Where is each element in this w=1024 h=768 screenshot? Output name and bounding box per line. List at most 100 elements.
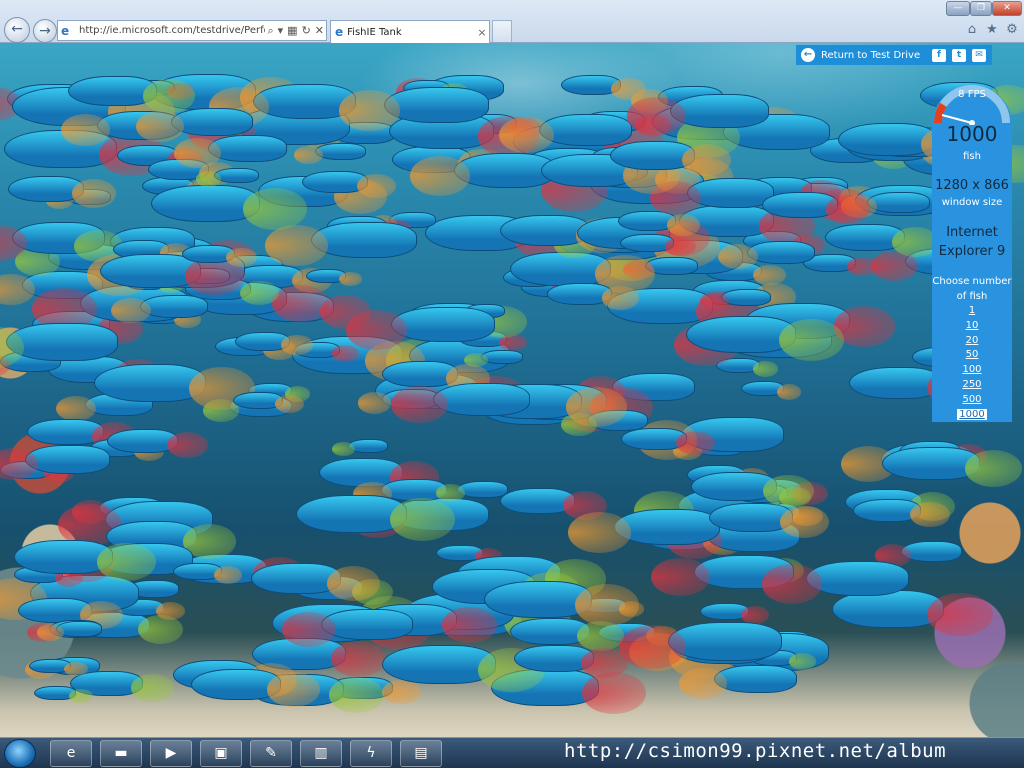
return-to-test-drive-bar[interactable]: ← Return to Test Drive f t ✉ — [796, 45, 992, 65]
fish — [464, 350, 523, 368]
fish — [136, 108, 253, 143]
tab-title: FishIE Tank — [347, 26, 402, 38]
gear-icon[interactable]: ⚙ — [1004, 22, 1020, 38]
fps-gauge-fill — [934, 102, 947, 124]
forward-button[interactable]: → — [33, 19, 57, 43]
fish — [296, 495, 456, 542]
fish — [346, 307, 495, 350]
fish — [700, 603, 770, 624]
email-icon[interactable]: ✉ — [972, 48, 986, 62]
stats-panel: 8 FPS 1000 fish 1280 x 866 window size I… — [932, 85, 1012, 422]
fish — [265, 222, 417, 266]
browser-name-line-2: Explorer 9 — [938, 244, 1006, 259]
window-size-label: window size — [941, 197, 1003, 208]
refresh-icon[interactable]: ↻ — [302, 24, 311, 37]
fish — [568, 509, 720, 553]
fish-count-option-10[interactable]: 10 — [966, 320, 979, 331]
fish-count-option-500[interactable]: 500 — [962, 394, 981, 405]
tab-fishie-tank[interactable]: e FishIE Tank × — [330, 20, 490, 43]
flash-icon[interactable]: ϟ — [350, 740, 392, 767]
fish-count-option: 1000 — [932, 408, 1012, 423]
new-tab-button[interactable] — [492, 20, 512, 42]
cpu-z-icon[interactable]: ▤ — [400, 740, 442, 767]
fish — [838, 123, 979, 164]
fish — [840, 192, 930, 218]
fish — [691, 472, 814, 508]
fish-tank-canvas — [0, 43, 1024, 737]
back-button[interactable]: ← — [4, 17, 30, 43]
fish-count: 1000 — [946, 122, 998, 146]
fish — [338, 87, 489, 131]
media-player-icon[interactable]: ▶ — [150, 740, 192, 767]
fish — [610, 141, 732, 177]
fish — [762, 192, 871, 224]
fish — [547, 283, 640, 310]
fish — [302, 171, 396, 198]
forward-arrow-icon: → — [39, 23, 51, 39]
window-close-button[interactable]: ✕ — [992, 1, 1022, 16]
fish-count-option: 100 — [932, 363, 1012, 378]
fish — [14, 540, 156, 582]
ie-page-icon: e — [61, 23, 70, 38]
fish — [34, 686, 93, 704]
fish — [151, 185, 308, 230]
choose-number-label: Choose number of fish — [932, 274, 1012, 304]
fish-count-option-1[interactable]: 1 — [969, 305, 975, 316]
fish — [29, 659, 88, 677]
address-text[interactable]: http://ie.microsoft.com/testdrive/Perfor… — [79, 25, 265, 36]
return-arrow-icon: ← — [801, 48, 815, 62]
fish — [627, 94, 769, 136]
fish — [435, 481, 508, 502]
fish — [94, 364, 255, 411]
fish — [8, 176, 117, 208]
fps-readout: 8 FPS — [958, 89, 986, 100]
restore-button[interactable]: ❐ — [970, 1, 992, 16]
twitter-icon[interactable]: t — [952, 48, 966, 62]
tab-close-icon[interactable]: × — [475, 26, 489, 39]
fish — [510, 618, 625, 651]
windows-start-icon[interactable] — [4, 739, 36, 768]
fish-school — [0, 43, 1024, 737]
internet-explorer-icon[interactable]: e — [50, 740, 92, 767]
fish — [235, 332, 313, 356]
favorites-icon[interactable]: ★ — [984, 22, 1000, 38]
fish — [68, 76, 196, 113]
window-size-value: 1280 x 866 — [935, 178, 1009, 193]
search-icon[interactable]: ⌕ — [267, 24, 273, 38]
fish — [0, 445, 110, 481]
compatibility-icon[interactable]: ▦ — [287, 24, 297, 37]
network-icon[interactable]: ▥ — [300, 740, 342, 767]
facebook-icon[interactable]: f — [932, 48, 946, 62]
monitor-icon[interactable]: ▣ — [200, 740, 242, 767]
fish — [882, 447, 1023, 488]
dropdown-chevron-icon[interactable]: ▾ — [278, 24, 284, 37]
choose-label-line-2: of fish — [956, 291, 988, 302]
fish — [875, 541, 962, 567]
home-icon[interactable]: ⌂ — [964, 22, 980, 38]
fish-count-option: 50 — [932, 348, 1012, 363]
fish — [233, 392, 304, 413]
fish-count-option-1000[interactable]: 1000 — [957, 408, 987, 420]
ie-tab-icon: e — [335, 25, 344, 39]
minimize-button[interactable]: — — [946, 1, 970, 16]
folder-icon[interactable]: ▬ — [100, 740, 142, 767]
fish-count-option-100[interactable]: 100 — [962, 364, 981, 375]
fish — [293, 143, 366, 164]
fish-count-option-250[interactable]: 250 — [962, 379, 981, 390]
return-to-test-drive-link[interactable]: Return to Test Drive — [821, 50, 932, 61]
fish — [499, 114, 632, 153]
fish — [500, 488, 607, 520]
address-bar[interactable]: e http://ie.microsoft.com/testdrive/Perf… — [57, 20, 327, 41]
fish-count-option-20[interactable]: 20 — [966, 335, 979, 346]
fish — [510, 252, 655, 294]
fish — [195, 168, 259, 187]
stop-icon[interactable]: ✕ — [315, 24, 324, 37]
fish — [173, 563, 243, 584]
browser-chrome: ← → e http://ie.microsoft.com/testdrive/… — [0, 0, 1024, 43]
fish-count-option-50[interactable]: 50 — [966, 349, 979, 360]
fish-label: fish — [963, 151, 981, 162]
fish — [182, 245, 257, 268]
paint-icon[interactable]: ✎ — [250, 740, 292, 767]
fish — [561, 75, 647, 100]
fish — [620, 234, 697, 257]
